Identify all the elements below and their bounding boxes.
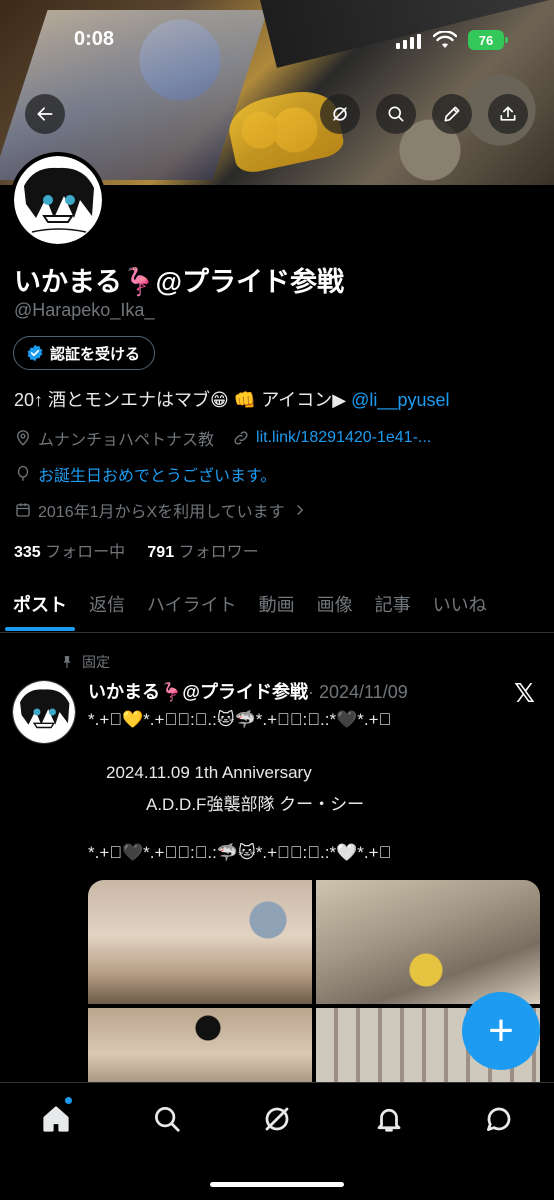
- profile-meta-location-website: ムナンチョハペトナス教 lit.link/18291420-1e41-...: [14, 426, 431, 450]
- following-link[interactable]: 335 フォロー中: [14, 544, 125, 561]
- profile-tabs: ポスト 返信 ハイライト 動画 画像 記事 いいね: [0, 585, 554, 633]
- notifications-icon: [377, 1108, 401, 1132]
- tab-videos[interactable]: 動画: [259, 585, 295, 632]
- bio-text: 20↑ 酒とモンエナはマブ😁 👊 アイコン▶︎: [14, 390, 352, 410]
- post-author-name[interactable]: いかまる🦩@プライド参戦: [88, 682, 308, 702]
- tab-articles[interactable]: 記事: [375, 585, 411, 632]
- nav-notifications[interactable]: [371, 1101, 407, 1137]
- post-text-line: A.D.D.F強襲部隊 クー・シー: [146, 795, 365, 814]
- home-icon: [43, 1106, 69, 1132]
- profile-handle: @Harapeko_Ika_: [14, 300, 155, 320]
- chevron-right-icon: [296, 505, 303, 515]
- share-icon: [500, 106, 516, 121]
- profile-name: いかまる🦩@プライド参戦: [14, 267, 344, 297]
- messages-icon: [487, 1107, 511, 1131]
- status-time: 0:08: [74, 28, 115, 50]
- tab-highlights[interactable]: ハイライト: [147, 585, 237, 632]
- post-date[interactable]: · 2024/11/09: [308, 682, 408, 702]
- nav-search[interactable]: [149, 1101, 185, 1137]
- edit-button[interactable]: [432, 94, 472, 134]
- profile-birthday-row: お誕生日おめでとうございます。: [14, 462, 276, 486]
- post-text-line: *.+ﾟ🖤*.+ﾟ｡:ﾟ.:🦈🐱*.+ﾟ｡:ﾟ.:*🤍*.+ﾟ: [88, 843, 392, 862]
- status-bar: 0:08 76: [0, 28, 554, 56]
- search-button[interactable]: [376, 94, 416, 134]
- following-label: フォロー中: [45, 544, 126, 561]
- profile-avatar[interactable]: [10, 152, 106, 248]
- pinned-indicator: 固定: [60, 652, 110, 672]
- profile-joined-row[interactable]: 2016年1月からXを利用しています: [14, 498, 309, 522]
- tab-likes[interactable]: いいね: [433, 585, 487, 632]
- back-button[interactable]: [25, 94, 65, 134]
- followers-count: 791: [147, 544, 175, 561]
- search-icon: [155, 1107, 180, 1132]
- profile-website-link[interactable]: lit.link/18291420-1e41-...: [256, 429, 431, 447]
- post-author-avatar[interactable]: [12, 680, 76, 744]
- grok-icon: [265, 1107, 289, 1131]
- get-verified-label: 認証を受ける: [50, 345, 141, 363]
- plus-icon: +: [488, 1006, 514, 1055]
- grok-button[interactable]: [320, 94, 360, 134]
- tab-photos[interactable]: 画像: [317, 585, 353, 632]
- post-text-line: *.+ﾟ💛*.+ﾟ｡:ﾟ.:🐱🦈*.+ﾟ｡:ﾟ.:*🖤*.+ﾟ: [88, 710, 392, 729]
- nav-grok[interactable]: [259, 1101, 295, 1137]
- nav-messages[interactable]: [481, 1101, 517, 1137]
- post-avatar-image: [13, 681, 75, 743]
- compose-post-button[interactable]: +: [462, 992, 540, 1070]
- profile-birthday: お誕生日おめでとうございます。: [38, 468, 277, 485]
- post-avatar-drawing: [20, 689, 70, 729]
- get-verified-button[interactable]: 認証を受ける: [13, 336, 156, 370]
- balloon-icon: [17, 465, 29, 481]
- follow-counts: 335 フォロー中 791 フォロワー: [14, 538, 259, 562]
- link-icon: [234, 431, 248, 445]
- back-icon: [37, 107, 53, 121]
- home-indicator: [210, 1182, 344, 1187]
- followers-label: フォロワー: [178, 544, 259, 561]
- profile-joined: 2016年1月からXを利用しています: [38, 504, 285, 521]
- avatar-drawing: [24, 167, 94, 233]
- grok-icon: [333, 107, 347, 121]
- post-media-grid: [88, 880, 540, 1100]
- nav-home[interactable]: [38, 1101, 74, 1137]
- post-photo[interactable]: [88, 880, 312, 1004]
- post-header: いかまる🦩@プライド参戦· 2024/11/09: [88, 678, 408, 704]
- battery-level: 76: [478, 32, 494, 48]
- bio-mention-link[interactable]: @li__pyusel: [351, 390, 449, 410]
- home-unread-dot: [65, 1097, 72, 1104]
- post-text-line: 2024.11.09 1th Anniversary: [106, 763, 312, 782]
- profile-bio: 20↑ 酒とモンエナはマブ😁 👊 アイコン▶︎ @li__pyusel: [14, 386, 449, 412]
- share-button[interactable]: [488, 94, 528, 134]
- profile-location: ムナンチョハペトナス教: [38, 432, 215, 449]
- avatar-image: [14, 156, 102, 244]
- battery-indicator: 76: [468, 30, 508, 50]
- followers-link[interactable]: 791 フォロワー: [147, 544, 258, 561]
- tab-posts[interactable]: ポスト: [5, 585, 75, 632]
- verified-badge-icon: [27, 344, 43, 362]
- edit-icon: [444, 106, 460, 122]
- calendar-icon: [16, 503, 30, 517]
- post-photo[interactable]: [316, 880, 540, 1004]
- tab-replies[interactable]: 返信: [89, 585, 125, 632]
- following-count: 335: [14, 544, 41, 561]
- cellular-signal-icon: [396, 33, 421, 49]
- pin-icon: [63, 656, 71, 668]
- pinned-label: 固定: [82, 654, 110, 670]
- location-icon: [17, 430, 29, 446]
- wifi-icon: [433, 31, 457, 48]
- search-icon: [388, 106, 404, 122]
- x-logo-icon: 𝕏: [514, 678, 535, 708]
